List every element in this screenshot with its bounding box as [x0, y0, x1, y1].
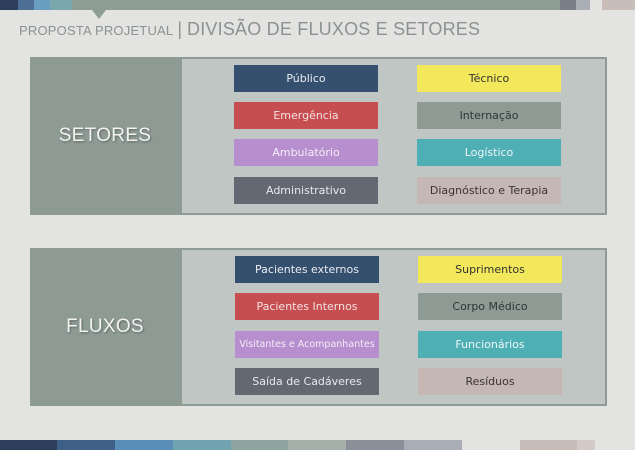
setor-publico: Público: [234, 65, 378, 92]
setores-panel: SETORES Público Técnico Emergência Inter…: [30, 57, 607, 215]
fluxo-residuos: Resíduos: [418, 368, 562, 395]
setor-diagnostico-terapia: Diagnóstico e Terapia: [417, 177, 561, 204]
setor-administrativo: Administrativo: [234, 177, 378, 204]
header-separator: |: [177, 19, 183, 39]
header-subtitle: PROPOSTA PROJETUAL: [19, 23, 174, 38]
fluxo-pacientes-internos: Pacientes Internos: [235, 293, 379, 320]
bottom-color-stripe: [0, 440, 635, 450]
setor-ambulatorio: Ambulatório: [234, 139, 378, 166]
setores-label-box: SETORES: [30, 57, 180, 215]
setor-logistico: Logístico: [417, 139, 561, 166]
setores-label: SETORES: [58, 125, 152, 146]
fluxo-saida-cadaveres: Saída de Cadáveres: [235, 368, 379, 395]
fluxo-visitantes-acompanhantes: Visitantes e Acompanhantes: [235, 331, 379, 358]
page-title: DIVISÃO DE FLUXOS E SETORES: [187, 19, 481, 39]
fluxo-funcionarios: Funcionários: [418, 331, 562, 358]
fluxo-corpo-medico: Corpo Médico: [418, 293, 562, 320]
fluxo-pacientes-externos: Pacientes externos: [235, 256, 379, 283]
page-header: PROPOSTA PROJETUAL | DIVISÃO DE FLUXOS E…: [19, 19, 480, 43]
fluxo-suprimentos: Suprimentos: [418, 256, 562, 283]
top-color-stripe: [0, 0, 635, 10]
fluxos-label-box: FLUXOS: [30, 248, 180, 406]
fluxos-panel: FLUXOS Pacientes externos Suprimentos Pa…: [30, 248, 607, 406]
fluxos-label: FLUXOS: [66, 316, 144, 337]
header-notch: [92, 10, 106, 19]
setor-internacao: Internação: [417, 102, 561, 129]
setor-emergencia: Emergência: [234, 102, 378, 129]
setor-tecnico: Técnico: [417, 65, 561, 92]
